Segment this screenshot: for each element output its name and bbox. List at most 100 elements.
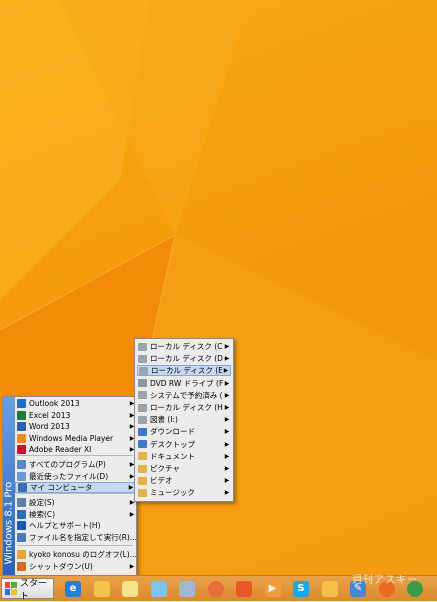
music-folder-icon xyxy=(138,488,147,497)
settings-icon xyxy=(17,498,26,507)
notepad-icon[interactable] xyxy=(148,579,170,598)
video-player-icon[interactable]: ▶ xyxy=(262,579,284,598)
menu-item-label: シャットダウン(U) xyxy=(29,562,93,571)
help-icon xyxy=(17,521,26,530)
submenu-item-label: システムで予約済み (G:) xyxy=(150,390,223,400)
menu-item-label: Outlook 2013 xyxy=(29,399,80,408)
submenu-item-label: ミュージック xyxy=(150,488,195,498)
calculator-icon[interactable] xyxy=(176,579,198,598)
excel-icon xyxy=(17,410,26,420)
submenu-arrow-icon: ▶ xyxy=(223,367,229,375)
windows-edition-label: Windows 8.1 Pro xyxy=(3,481,15,565)
submenu-item[interactable]: ドキュメント ▶ xyxy=(137,451,231,462)
menu-separator xyxy=(17,455,133,456)
submenu-item-label: 図書 (I:) xyxy=(150,415,178,425)
paint-icon[interactable] xyxy=(205,579,227,598)
menu-separator xyxy=(17,493,133,494)
drive-icon xyxy=(138,342,147,351)
start-button-label: スタート xyxy=(19,578,47,602)
downloads-folder-icon xyxy=(138,427,147,436)
submenu-arrow-icon: ▶ xyxy=(224,477,230,485)
drive-icon xyxy=(138,391,147,400)
my-computer-submenu: ローカル ディスク (C:) ▶ ローカル ディスク (D:) ▶ ローカル ディスク … xyxy=(134,338,234,502)
menu-item-run[interactable]: ファイル名を指定して実行(R)... xyxy=(15,532,136,543)
submenu-item[interactable]: DVD RW ドライブ (F:) ▶ xyxy=(137,378,231,389)
shutdown-icon xyxy=(17,562,26,571)
submenu-item[interactable]: システムで予約済み (G:)▶ xyxy=(137,390,231,401)
submenu-item-label: ローカル ディスク (H:) xyxy=(150,403,223,412)
submenu-item-label: ダウンロード xyxy=(150,427,195,437)
submenu-item-label: DVD RW ドライブ (F:) xyxy=(150,378,223,388)
internet-explorer-icon[interactable]: e xyxy=(62,579,84,598)
submenu-arrow-icon: ▶ xyxy=(224,355,230,363)
submenu-item[interactable]: ダウンロード ▶ xyxy=(137,426,231,437)
sticky-notes-icon[interactable] xyxy=(119,579,141,598)
submenu-item[interactable]: ミュージック ▶ xyxy=(137,487,231,498)
menu-separator xyxy=(17,545,133,546)
menu-item-label: マイ コンピュータ xyxy=(30,483,93,492)
submenu-item-label: ローカル ディスク (D:) xyxy=(150,354,223,364)
my-computer-icon xyxy=(18,483,27,492)
menu-item-label: Excel 2013 xyxy=(29,410,71,420)
menu-item-label: すべてのプログラム(P) xyxy=(29,460,106,469)
outlook-icon xyxy=(17,399,26,408)
menu-item-label: 検索(C) xyxy=(29,509,56,519)
drive-icon xyxy=(138,403,147,412)
submenu-item[interactable]: デスクトップ ▶ xyxy=(137,439,231,450)
menu-item-help[interactable]: ヘルプとサポート(H) xyxy=(15,520,136,531)
start-menu: Windows 8.1 Pro Outlook 2013 ▶ Excel 2013 ▶… xyxy=(2,396,137,576)
submenu-arrow-icon: ▶ xyxy=(224,440,230,448)
submenu-arrow-icon: ▶ xyxy=(224,465,230,472)
submenu-arrow-icon: ▶ xyxy=(224,379,230,387)
menu-item-programs[interactable]: すべてのプログラム(P) ▶ xyxy=(15,459,136,470)
drive-icon xyxy=(138,415,147,424)
menu-item-my-computer[interactable]: マイ コンピュータ ▶ xyxy=(15,482,136,493)
start-menu-banner: Windows 8.1 Pro xyxy=(3,397,15,575)
menu-item-media-player[interactable]: Windows Media Player ▶ xyxy=(15,433,136,444)
submenu-arrow-icon: ▶ xyxy=(129,563,135,570)
start-button[interactable]: スタート xyxy=(1,578,54,602)
submenu-arrow-icon: ▶ xyxy=(224,428,230,436)
submenu-item[interactable]: ローカル ディスク (H:) ▶ xyxy=(137,402,231,413)
menu-item-label: Adobe Reader XI xyxy=(29,445,92,454)
media-player-icon xyxy=(17,433,26,443)
documents-folder-icon xyxy=(138,452,147,461)
adobe-reader-icon xyxy=(17,445,26,454)
menu-item-label: ヘルプとサポート(H) xyxy=(29,521,101,530)
submenu-arrow-icon: ▶ xyxy=(224,391,230,399)
media-center-icon[interactable] xyxy=(233,579,255,598)
submenu-item-label: ローカル ディスク (C:) xyxy=(150,342,223,351)
menu-item-recent-files[interactable]: 最近使ったファイル(D) ▶ xyxy=(15,471,136,482)
menu-item-logoff[interactable]: kyoko konosu のログオフ(L)... xyxy=(15,549,136,560)
submenu-arrow-icon: ▶ xyxy=(224,404,230,411)
submenu-item-label: ドキュメント xyxy=(150,451,195,461)
skype-icon[interactable]: S xyxy=(290,579,312,598)
menu-item-search[interactable]: 検索(C) ▶ xyxy=(15,509,136,520)
menu-item-settings[interactable]: 設定(S) ▶ xyxy=(15,497,136,508)
submenu-item[interactable]: ローカル ディスク (C:) ▶ xyxy=(137,341,231,352)
submenu-item[interactable]: ローカル ディスク (E:) ▶ xyxy=(137,365,231,377)
file-explorer-icon[interactable] xyxy=(91,579,113,598)
recent-files-icon xyxy=(17,471,26,481)
submenu-item[interactable]: ピクチャ ▶ xyxy=(137,463,231,474)
menu-item-label: 設定(S) xyxy=(29,498,55,507)
submenu-arrow-icon: ▶ xyxy=(129,510,135,518)
menu-item-label: 最近使ったファイル(D) xyxy=(29,471,109,481)
submenu-arrow-icon: ▶ xyxy=(224,343,230,350)
logoff-icon xyxy=(17,550,26,559)
run-icon xyxy=(17,532,26,542)
submenu-item-label: ローカル ディスク (E:) xyxy=(151,366,222,376)
menu-item-adobe-reader[interactable]: Adobe Reader XI ▶ xyxy=(15,444,136,455)
menu-item-shutdown[interactable]: シャットダウン(U) ▶ xyxy=(15,561,136,572)
taskbar-app-icon[interactable] xyxy=(319,579,341,598)
menu-item-label: Word 2013 xyxy=(29,422,70,431)
submenu-item[interactable]: ビデオ ▶ xyxy=(137,475,231,486)
submenu-item[interactable]: ローカル ディスク (D:) ▶ xyxy=(137,353,231,364)
submenu-item-label: ビデオ xyxy=(150,476,173,486)
submenu-arrow-icon: ▶ xyxy=(224,452,230,460)
submenu-item[interactable]: 図書 (I:) ▶ xyxy=(137,414,231,425)
watermark: 週刊アスキー xyxy=(352,575,418,586)
menu-item-word[interactable]: Word 2013 ▶ xyxy=(15,421,136,432)
menu-item-outlook[interactable]: Outlook 2013 ▶ xyxy=(15,398,136,409)
menu-item-excel[interactable]: Excel 2013 ▶ xyxy=(15,410,136,421)
